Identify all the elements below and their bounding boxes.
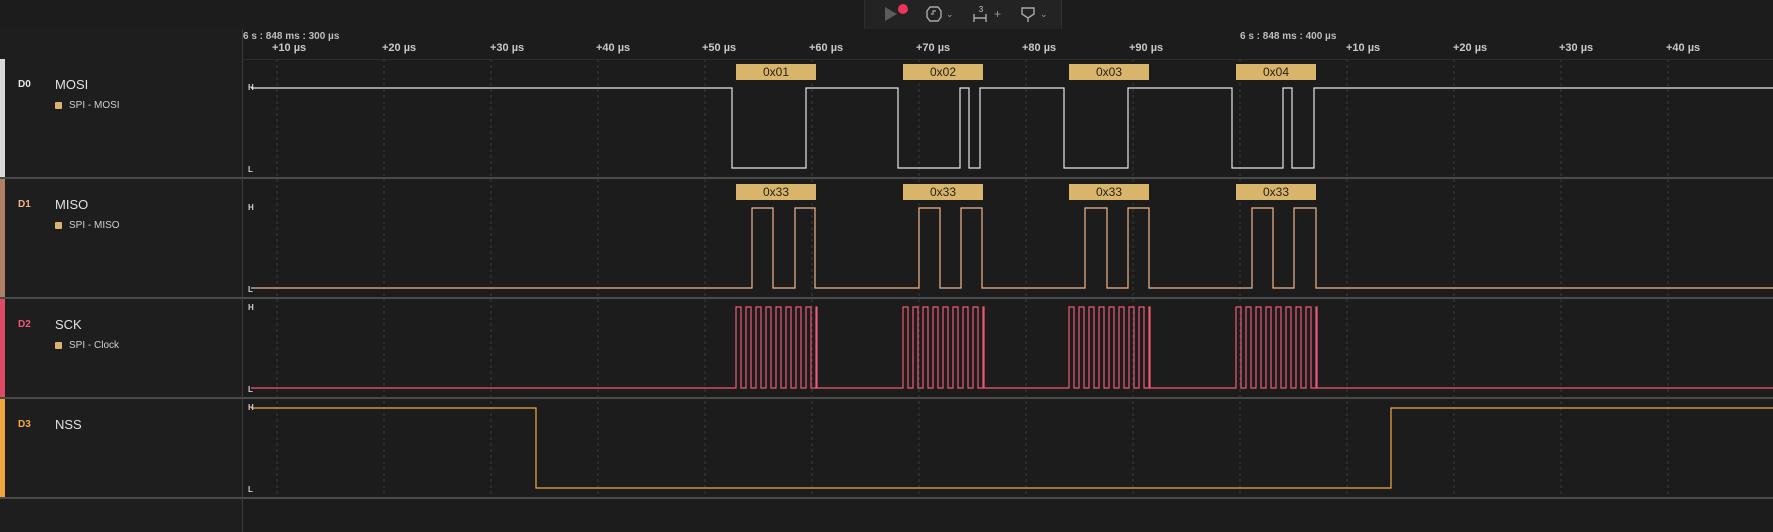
decode-value: 0x03 [1096,65,1122,79]
nss-waveform [251,407,1773,489]
decode-value: 0x01 [763,65,789,79]
mosi-waveform [251,87,1773,169]
decode-value: 0x33 [930,185,956,199]
level-high-label: H [248,303,254,312]
sck-waveform [251,306,1773,389]
miso-waveform [251,207,1773,289]
level-low-label: L [248,285,253,294]
level-low-label: L [248,385,253,394]
decode-value: 0x33 [1263,185,1289,199]
level-high-label: H [248,203,254,212]
decode-value: 0x33 [1096,185,1122,199]
decode-value: 0x33 [763,185,789,199]
decode-value: 0x04 [1263,65,1289,79]
decode-value: 0x02 [930,65,956,79]
grid-lines [276,59,1669,497]
waveform-view[interactable]: H L H L H L H L 0x01 0x02 0x03 0x04 0x33… [0,0,1773,532]
level-low-label: L [248,165,253,174]
level-low-label: L [248,485,253,494]
